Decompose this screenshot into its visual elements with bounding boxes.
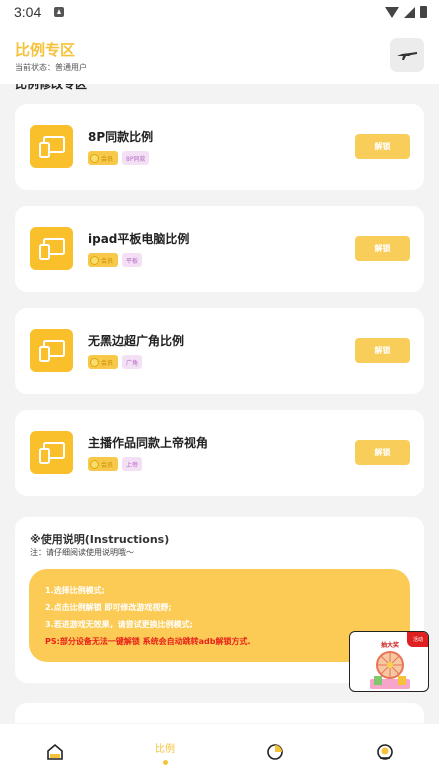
section-title: 比例修改专区 — [15, 84, 88, 91]
ratio-card: 主播作品同款上帝视角 会员 上帝 解锁 — [15, 410, 424, 496]
tablet-phone-icon — [30, 329, 73, 372]
gun-button[interactable] — [390, 38, 424, 72]
home-icon — [47, 743, 63, 760]
nav-home[interactable] — [0, 724, 110, 780]
app-header: 比例专区 当前状态：普通用户 — [0, 26, 439, 84]
ratio-name: 主播作品同款上帝视角 — [88, 436, 209, 450]
instruction-line: 3.若进游戏无效果，请尝试更换比例模式; — [45, 620, 193, 629]
tablet-phone-icon — [30, 431, 73, 474]
ratio-card: ipad平板电脑比例 会员 平板 解锁 — [15, 206, 424, 292]
bottom-nav: 比例 — [0, 724, 439, 780]
unlock-button[interactable]: 解锁 — [355, 338, 410, 363]
vip-badge: 会员 — [88, 457, 119, 471]
tag-badge: 平板 — [122, 253, 143, 267]
wifi-icon — [385, 6, 399, 18]
nav-profile[interactable] — [330, 724, 439, 780]
user-status: 当前状态：普通用户 — [15, 63, 87, 72]
vip-badge: 会员 — [88, 151, 119, 165]
unlock-button[interactable]: 解锁 — [355, 236, 410, 261]
nav-ratio[interactable]: 比例 — [110, 724, 220, 780]
status-icons — [385, 6, 427, 18]
profile-icon — [377, 744, 393, 760]
nav-stats[interactable] — [220, 724, 330, 780]
coin-icon — [90, 153, 99, 163]
battery-icon — [420, 6, 427, 18]
ratio-name: 无黑边超广角比例 — [88, 334, 185, 348]
tag-badge: 上帝 — [122, 457, 143, 471]
tag-badge: 广角 — [122, 355, 143, 369]
instruction-line: 2.点击比例解锁 即可修改游戏视野; — [45, 603, 172, 612]
vip-badge: 会员 — [88, 355, 119, 369]
unlock-button[interactable]: 解锁 — [355, 134, 410, 159]
gun-icon — [397, 52, 417, 60]
coin-icon — [90, 459, 99, 469]
signal-icon — [404, 6, 415, 18]
coin-icon — [90, 357, 99, 367]
ratio-card: 8P同款比例 会员 8P同款 解锁 — [15, 104, 424, 190]
notification-icon — [54, 7, 64, 17]
instruction-line: 1.选择比例模式; — [45, 586, 105, 595]
status-time: 3:04 — [14, 4, 42, 20]
prize-wheel-icon — [370, 651, 410, 689]
tag-badge: 8P同款 — [122, 151, 150, 165]
ad-title: 抽大奖 — [380, 642, 399, 649]
page-title: 比例专区 — [15, 41, 76, 59]
coin-icon — [90, 255, 99, 265]
instructions-title: ※使用说明(Instructions) — [30, 533, 170, 546]
active-dot — [162, 759, 168, 765]
lottery-ad[interactable]: 活动 抽大奖 — [349, 631, 429, 692]
ratio-name: 8P同款比例 — [88, 130, 154, 144]
unlock-button[interactable]: 解锁 — [355, 440, 410, 465]
nav-ratio-label: 比例 — [155, 743, 175, 755]
ratio-name: ipad平板电脑比例 — [88, 232, 190, 246]
ratio-card: 无黑边超广角比例 会员 广角 解锁 — [15, 308, 424, 394]
next-card — [15, 703, 424, 723]
pie-chart-icon — [267, 744, 283, 760]
tablet-phone-icon — [30, 227, 73, 270]
instruction-ps: PS:部分设备无法一键解锁 系统会自动跳转adb解锁方式. — [45, 637, 251, 646]
status-bar: 3:04 — [0, 0, 439, 26]
tablet-phone-icon — [30, 125, 73, 168]
vip-badge: 会员 — [88, 253, 119, 267]
instructions-note: 注：请仔细阅读使用说明哦～ — [30, 548, 134, 557]
